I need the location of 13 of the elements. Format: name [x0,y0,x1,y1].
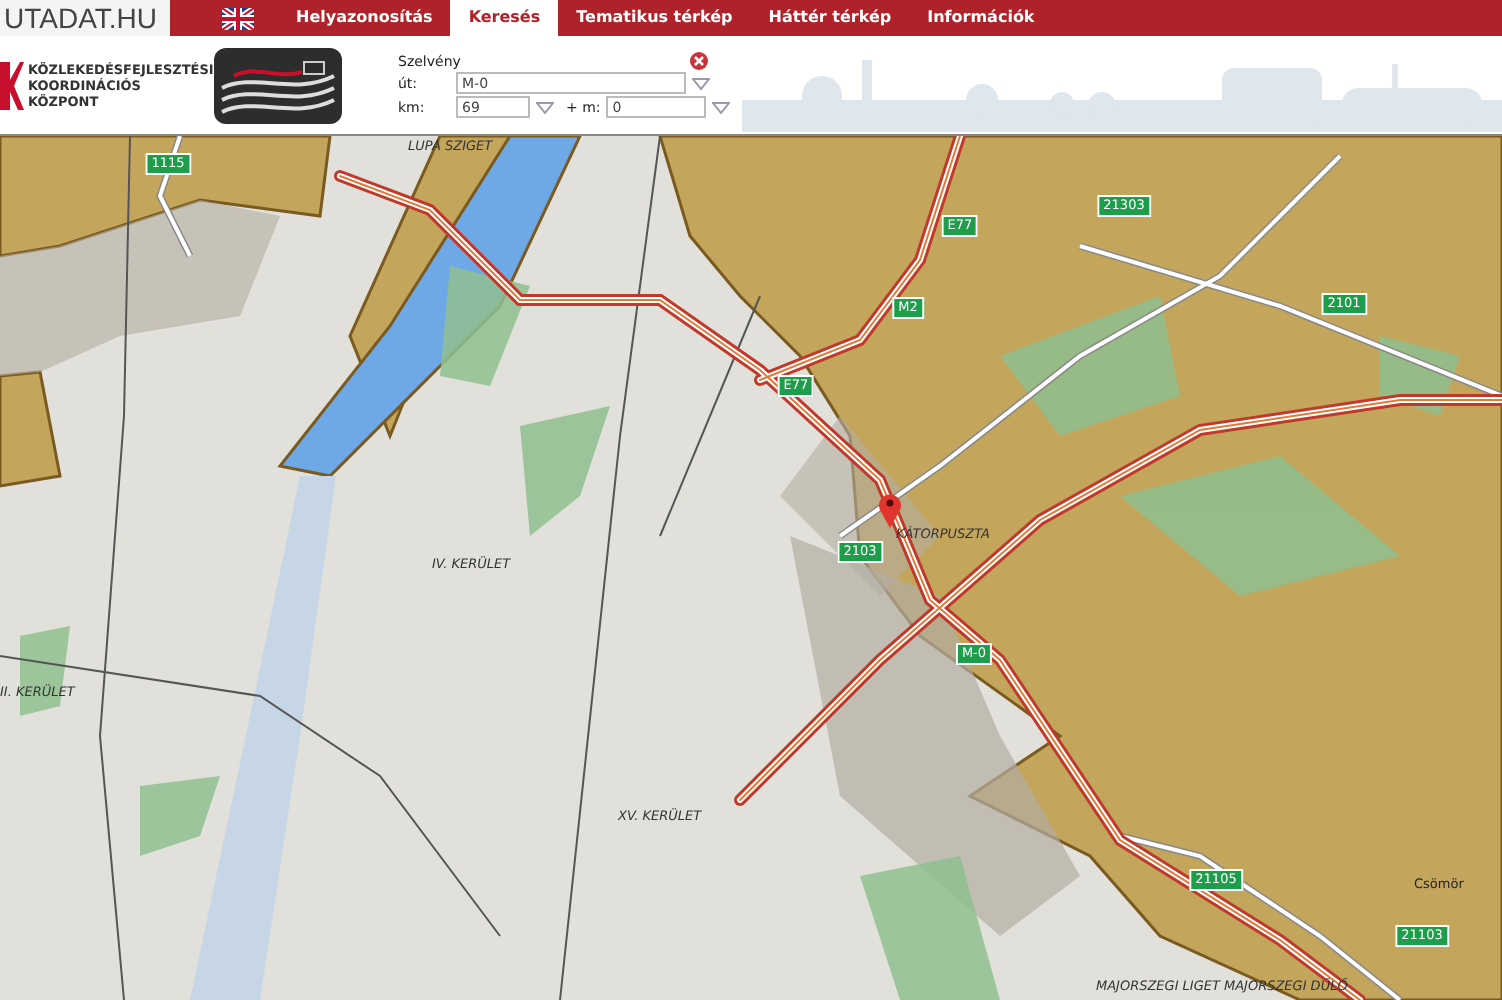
nav-tab[interactable]: Keresés [450,0,559,36]
map-drawing[interactable] [0,136,1502,1000]
nav-tab[interactable]: Információk [909,0,1053,36]
flag-icon[interactable] [222,7,254,29]
road-icon [214,47,342,123]
nav-tab[interactable]: Tematikus térkép [558,0,751,36]
site-title[interactable]: UTADAT.HU [0,0,170,36]
close-icon[interactable] [690,52,708,70]
nav-tab[interactable]: Helyazonosítás [278,0,451,36]
logo-icon [0,61,24,109]
dropdown-caret-icon[interactable] [536,101,554,113]
location-pin-icon[interactable] [878,492,902,528]
nav-tab[interactable]: Háttér térkép [750,0,910,36]
